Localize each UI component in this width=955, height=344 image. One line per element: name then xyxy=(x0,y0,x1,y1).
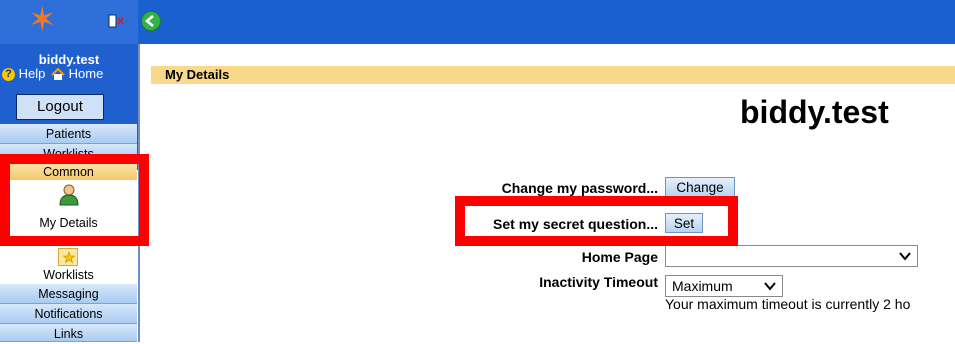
change-password-button[interactable]: Change xyxy=(665,177,735,197)
logout-button[interactable]: Logout xyxy=(16,94,104,120)
collapse-panel-icon[interactable] xyxy=(108,14,124,28)
timeout-note: Your maximum timeout is currently 2 ho xyxy=(665,296,911,312)
sidebar-item-links[interactable]: Links xyxy=(0,324,137,342)
inactivity-timeout-select[interactable]: Maximum xyxy=(665,275,783,297)
help-link[interactable]: Help xyxy=(19,66,46,81)
home-link[interactable]: Home xyxy=(69,66,104,81)
home-page-label: Home Page xyxy=(581,249,658,265)
logo-star-icon: ✶ xyxy=(28,1,57,39)
highlight-secret-question xyxy=(455,196,738,246)
help-home-row: ? Help Home xyxy=(2,66,138,84)
inactivity-timeout-label: Inactivity Timeout xyxy=(539,274,658,290)
sidebar-item-notifications[interactable]: Notifications xyxy=(0,304,137,324)
sidebar-username: biddy.test xyxy=(38,52,100,67)
highlight-my-details xyxy=(0,154,149,246)
change-password-label: Change my password... xyxy=(501,180,658,196)
back-arrow-icon[interactable] xyxy=(141,11,161,31)
chevron-down-icon xyxy=(764,282,776,291)
page-title: biddy.test xyxy=(740,94,889,130)
section-header: My Details xyxy=(151,66,955,84)
inactivity-timeout-value: Maximum xyxy=(672,278,733,294)
home-icon[interactable] xyxy=(51,68,65,81)
home-page-select[interactable] xyxy=(665,245,918,267)
sidebar-item-messaging[interactable]: Messaging xyxy=(0,284,137,304)
sidebar-item-patients[interactable]: Patients xyxy=(0,124,137,144)
worklist-star-icon xyxy=(58,248,78,266)
sidebar-item-worklists-icon[interactable]: Worklists xyxy=(0,248,137,286)
logo-area: ✶ xyxy=(0,0,138,44)
chevron-down-icon xyxy=(899,252,911,261)
worklists-label: Worklists xyxy=(43,268,94,282)
help-icon[interactable]: ? xyxy=(2,68,15,82)
top-bar: ✶ xyxy=(0,0,955,44)
